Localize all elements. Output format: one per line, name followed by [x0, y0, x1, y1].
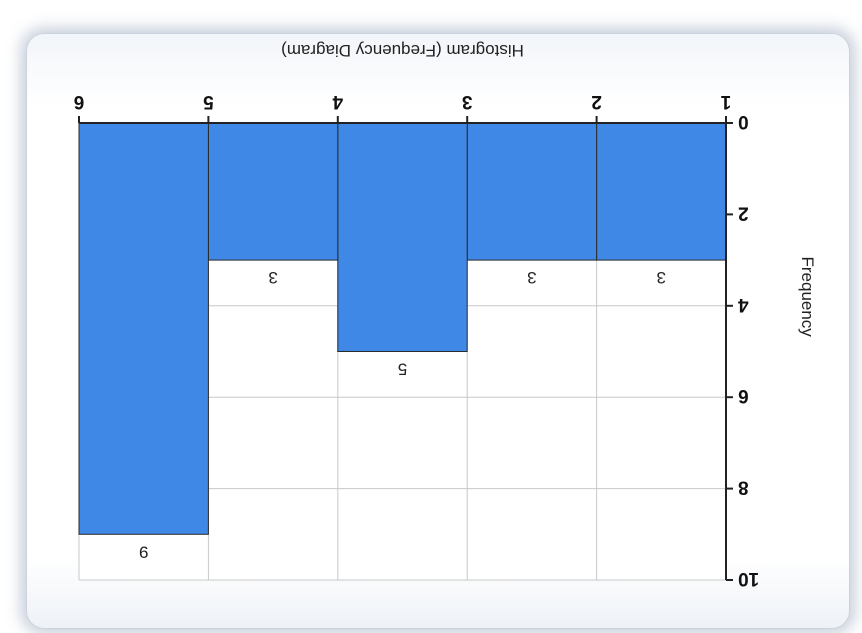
histogram-bar	[78, 122, 209, 535]
y-tick-label: 6	[738, 385, 749, 406]
histogram-chart: Histogram (Frequency Diagram) Frequency …	[74, 41, 817, 589]
y-tick-label: 2	[738, 202, 749, 223]
y-tick-label: 10	[738, 568, 759, 589]
x-tick-label: 6	[74, 91, 85, 112]
chart-title: Histogram (Frequency Diagram)	[281, 41, 524, 60]
bar-data-label: 3	[268, 268, 277, 287]
x-tick-label: 2	[591, 91, 602, 112]
bar-data-label: 9	[139, 542, 148, 561]
histogram-bar	[207, 122, 339, 261]
x-tick-label: 5	[203, 91, 214, 112]
y-tick-label: 4	[738, 294, 749, 315]
y-tick-label: 8	[738, 477, 749, 498]
x-tick-label: 4	[332, 91, 343, 112]
histogram-bar	[466, 122, 598, 261]
rotated-chart-container: Histogram (Frequency Diagram) Frequency …	[0, 0, 862, 633]
y-axis-label: Frequency	[798, 256, 817, 337]
bar-data-label: 3	[657, 268, 666, 287]
y-tick-label: 0	[738, 111, 749, 132]
histogram-bar	[337, 122, 468, 352]
bar-data-label: 3	[527, 268, 536, 287]
x-tick-label: 1	[720, 91, 731, 112]
histogram-bar	[596, 122, 727, 261]
chart-screenshot: Histogram (Frequency Diagram) Frequency …	[0, 0, 862, 633]
bar-data-label: 5	[398, 360, 407, 379]
x-tick-label: 3	[462, 91, 473, 112]
